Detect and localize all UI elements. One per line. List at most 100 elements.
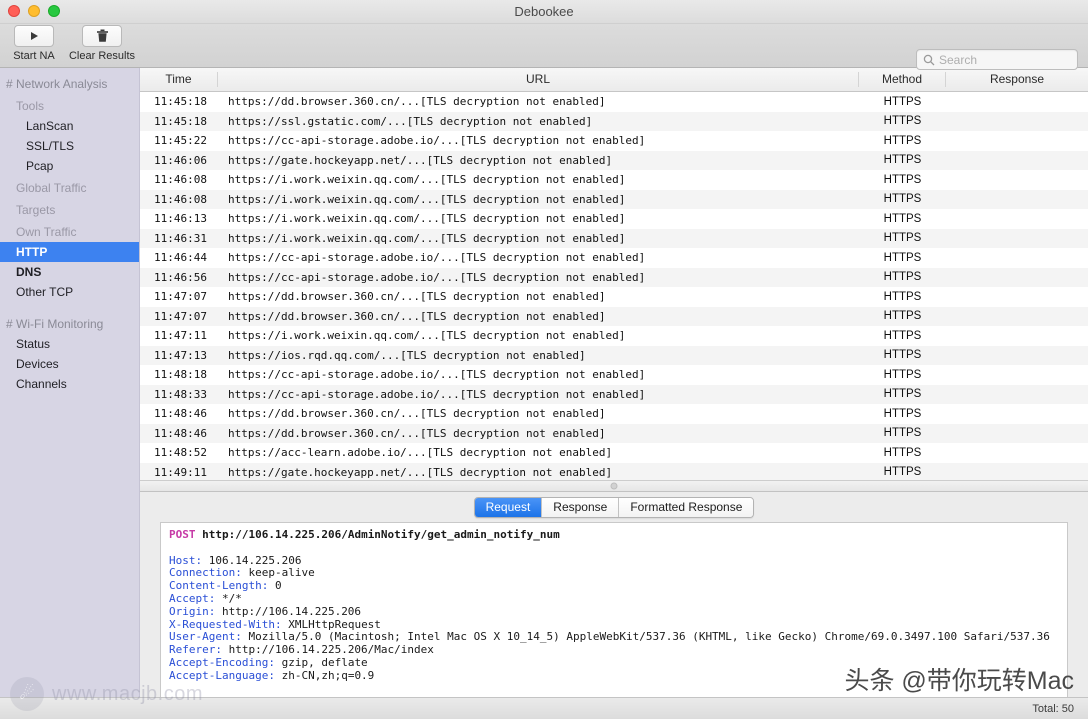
titlebar: Debookee — [0, 0, 1088, 24]
table-row[interactable]: 11:46:31 https://i.work.weixin.qq.com/...… — [140, 228, 1088, 248]
pane-splitter[interactable] — [140, 480, 1088, 492]
table-row[interactable]: 11:48:46 https://dd.browser.360.cn/...[TL… — [140, 423, 1088, 443]
cell-method: HTTPS — [883, 407, 922, 420]
table-row[interactable]: 11:45:18 https://ssl.gstatic.com/...[TLS … — [140, 111, 1088, 131]
table-row[interactable]: 11:49:11 https://gate.hockeyapp.net/...[T… — [140, 462, 1088, 480]
total-count-label: Total: 50 — [1032, 702, 1074, 715]
debookee-window: Debookee Start NA Clear Results Search #… — [0, 0, 1088, 719]
cell-url: https://dd.browser.360.cn/...[TLS decryp… — [228, 290, 606, 304]
column-header-response[interactable]: Response — [946, 72, 1088, 87]
table-row[interactable]: 11:46:08 https://i.work.weixin.qq.com/...… — [140, 189, 1088, 209]
cell-method: HTTPS — [883, 329, 922, 342]
table-row[interactable]: 11:46:06 https://gate.hockeyapp.net/...[T… — [140, 150, 1088, 170]
cell-time: 11:49:11 — [154, 465, 207, 479]
sidebar-item-channels[interactable]: Channels — [0, 374, 139, 394]
sidebar-item-status[interactable]: Status — [0, 334, 139, 354]
column-header-method[interactable]: Method — [859, 72, 946, 87]
cell-method: HTTPS — [883, 173, 922, 186]
cell-url: https://ssl.gstatic.com/...[TLS decrypti… — [228, 114, 593, 128]
cell-url: https://acc-learn.adobe.io/...[TLS decry… — [228, 446, 613, 460]
cell-method: HTTPS — [883, 212, 922, 225]
sidebar-group-global-traffic[interactable]: Global Traffic — [0, 176, 139, 198]
window-title: Debookee — [514, 4, 574, 19]
tab-response[interactable]: Response — [542, 497, 620, 517]
sidebar-item-http[interactable]: HTTP — [0, 242, 139, 262]
cell-time: 11:48:18 — [154, 368, 207, 382]
table-row[interactable]: 11:46:13 https://i.work.weixin.qq.com/...… — [140, 209, 1088, 229]
search-field[interactable] — [916, 49, 1078, 70]
cell-method: HTTPS — [883, 115, 922, 128]
sidebar-header-wifi-monitoring: # Wi-Fi Monitoring — [6, 317, 104, 331]
cell-time: 11:48:52 — [154, 446, 207, 460]
tab-request[interactable]: Request — [474, 497, 543, 517]
cell-time: 11:47:07 — [154, 290, 207, 304]
table-row[interactable]: 11:46:56 https://cc-api-storage.adobe.io/… — [140, 267, 1088, 287]
table-row[interactable]: 11:46:08 https://i.work.weixin.qq.com/...… — [140, 170, 1088, 190]
cell-method: HTTPS — [883, 349, 922, 362]
cell-method: HTTPS — [883, 193, 922, 206]
cell-url: https://dd.browser.360.cn/...[TLS decryp… — [228, 309, 606, 323]
cell-time: 11:46:44 — [154, 251, 207, 265]
table-row[interactable]: 11:47:13 https://ios.rqd.qq.com/...[TLS d… — [140, 345, 1088, 365]
cell-method: HTTPS — [883, 154, 922, 167]
detail-pane[interactable]: POST http://106.14.225.206/AdminNotify/g… — [160, 522, 1068, 697]
detail-pane-wrap: POST http://106.14.225.206/AdminNotify/g… — [140, 522, 1088, 697]
table-row[interactable]: 11:48:46 https://dd.browser.360.cn/...[TL… — [140, 404, 1088, 424]
table-row[interactable]: 11:48:33 https://cc-api-storage.adobe.io/… — [140, 384, 1088, 404]
cell-method: HTTPS — [883, 310, 922, 323]
request-text: POST http://106.14.225.206/AdminNotify/g… — [169, 528, 1050, 682]
content-area: # Network Analysis Tools LanScan SSL/TLS… — [0, 68, 1088, 697]
cell-time: 11:48:46 — [154, 426, 207, 440]
sidebar-item-other-tcp[interactable]: Other TCP — [0, 282, 139, 302]
cell-url: https://cc-api-storage.adobe.io/...[TLS … — [228, 270, 646, 284]
cell-time: 11:48:46 — [154, 407, 207, 421]
cell-method: HTTPS — [883, 232, 922, 245]
clear-results-label: Clear Results — [68, 50, 136, 62]
cell-time: 11:45:22 — [154, 134, 207, 148]
cell-url: https://i.work.weixin.qq.com/...[TLS dec… — [228, 212, 626, 226]
sidebar-item-ssl-tls[interactable]: SSL/TLS — [0, 136, 139, 156]
table-row[interactable]: 11:45:18 https://dd.browser.360.cn/...[TL… — [140, 92, 1088, 112]
cell-url: https://i.work.weixin.qq.com/...[TLS dec… — [228, 173, 626, 187]
start-na-button[interactable]: Start NA — [8, 24, 60, 62]
cell-method: HTTPS — [883, 95, 922, 108]
main-panel: Time URL Method Response 11:45:18 https:/… — [140, 68, 1088, 697]
cell-url: https://dd.browser.360.cn/...[TLS decryp… — [228, 426, 606, 440]
column-header-time[interactable]: Time — [140, 72, 218, 87]
cell-time: 11:47:11 — [154, 329, 207, 343]
table-row[interactable]: 11:48:18 https://cc-api-storage.adobe.io/… — [140, 365, 1088, 385]
sidebar-item-lanscan[interactable]: LanScan — [0, 116, 139, 136]
tab-formatted-response[interactable]: Formatted Response — [619, 497, 754, 517]
splitter-handle-icon — [610, 482, 618, 490]
cell-method: HTTPS — [883, 271, 922, 284]
cell-time: 11:46:06 — [154, 153, 207, 167]
table-row[interactable]: 11:48:52 https://acc-learn.adobe.io/...[T… — [140, 443, 1088, 463]
search-input[interactable] — [939, 52, 1071, 67]
cell-url: https://dd.browser.360.cn/...[TLS decryp… — [228, 407, 606, 421]
sidebar: # Network Analysis Tools LanScan SSL/TLS… — [0, 68, 140, 697]
sidebar-group-own-traffic[interactable]: Own Traffic — [0, 220, 139, 242]
trash-icon — [82, 25, 122, 47]
column-header-url[interactable]: URL — [218, 72, 859, 87]
sidebar-group-targets[interactable]: Targets — [0, 198, 139, 220]
cell-url: https://ios.rqd.qq.com/...[TLS decryptio… — [228, 348, 586, 362]
clear-results-button[interactable]: Clear Results — [60, 24, 144, 62]
cell-time: 11:48:33 — [154, 387, 207, 401]
cell-url: https://cc-api-storage.adobe.io/...[TLS … — [228, 387, 646, 401]
table-row[interactable]: 11:47:07 https://dd.browser.360.cn/...[TL… — [140, 287, 1088, 307]
detail-tabstrip: Request Response Formatted Response — [140, 492, 1088, 522]
sidebar-item-pcap[interactable]: Pcap — [0, 156, 139, 176]
sidebar-item-devices[interactable]: Devices — [0, 354, 139, 374]
table-row[interactable]: 11:47:11 https://i.work.weixin.qq.com/...… — [140, 326, 1088, 346]
table-body: 11:45:18 https://dd.browser.360.cn/...[TL… — [140, 92, 1088, 480]
table-row[interactable]: 11:45:22 https://cc-api-storage.adobe.io/… — [140, 131, 1088, 151]
toolbar: Start NA Clear Results — [0, 24, 1088, 70]
detail-tabs: Request Response Formatted Response — [473, 496, 755, 518]
cell-url: https://cc-api-storage.adobe.io/...[TLS … — [228, 251, 646, 265]
cell-url: https://i.work.weixin.qq.com/...[TLS dec… — [228, 329, 626, 343]
cell-method: HTTPS — [883, 446, 922, 459]
sidebar-item-dns[interactable]: DNS — [0, 262, 139, 282]
table-row[interactable]: 11:47:07 https://dd.browser.360.cn/...[TL… — [140, 306, 1088, 326]
table-row[interactable]: 11:46:44 https://cc-api-storage.adobe.io/… — [140, 248, 1088, 268]
